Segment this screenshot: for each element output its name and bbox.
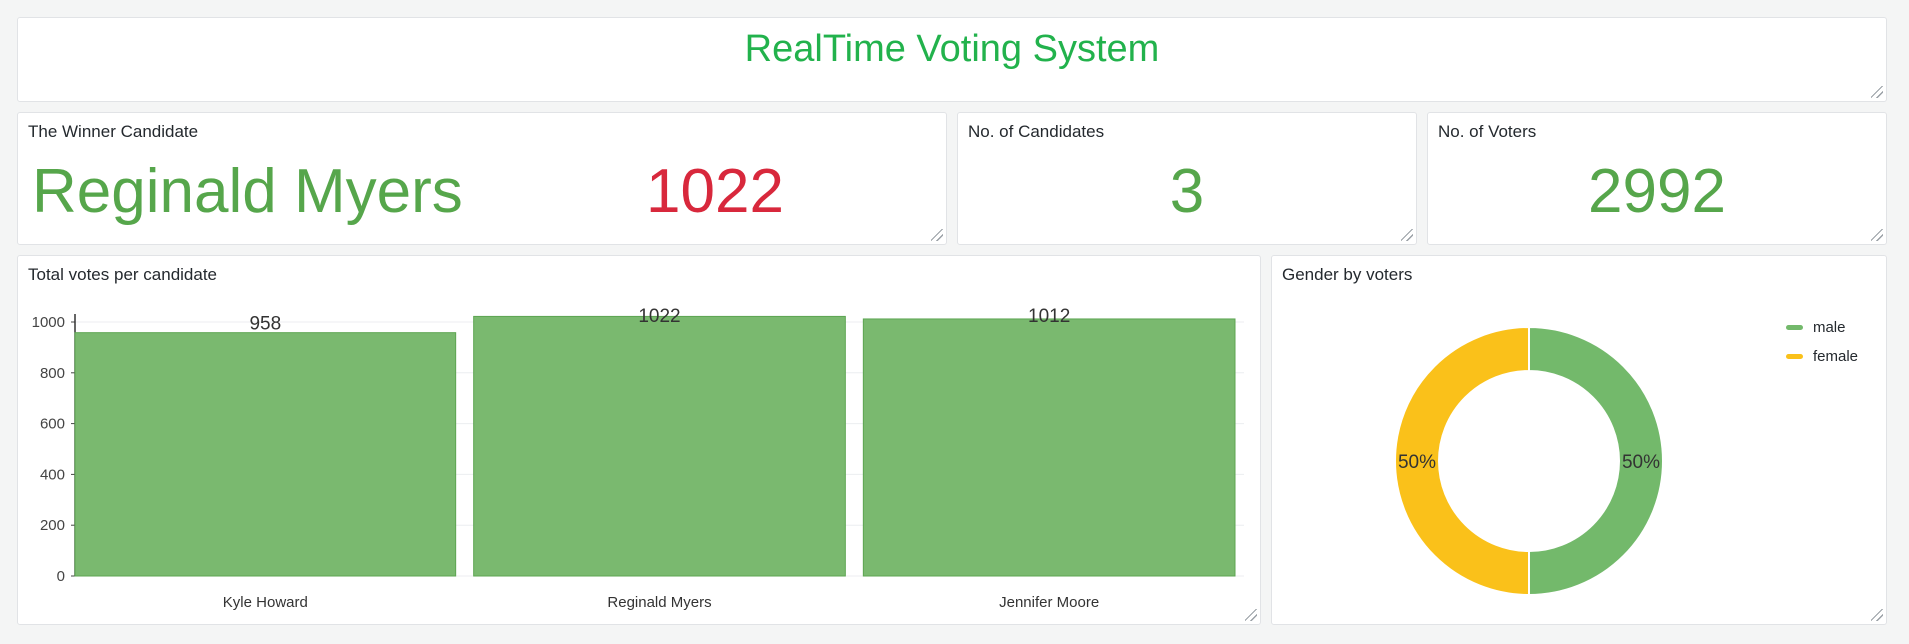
winner-panel-title: The Winner Candidate (28, 122, 199, 141)
slice-value-label: 50% (1398, 452, 1436, 473)
y-tick-label: 400 (40, 466, 65, 483)
candidates-count-panel: No. of Candidates 3 (957, 112, 1417, 245)
resize-handle-icon[interactable] (1871, 609, 1883, 621)
bar-value-label: 1022 (638, 306, 680, 327)
resize-handle-icon[interactable] (931, 229, 943, 241)
votes-bar-chart: 0 200 400 600 800 1000 958 Kyle Howard 1022 Regin… (32, 306, 1244, 611)
winner-votes: 1022 (646, 157, 784, 226)
x-tick-label: Kyle Howard (223, 594, 308, 611)
gender-donut-chart: 50% 50% (1394, 325, 1664, 597)
y-tick-label: 1000 (32, 314, 65, 331)
votes-bar-chart-panel: Total votes per candidate 0 200 400 600 800 1… (17, 255, 1261, 625)
legend-swatch (1785, 354, 1803, 359)
legend-item-female[interactable]: female (1785, 342, 1858, 371)
resize-handle-icon[interactable] (1871, 229, 1883, 241)
gender-donut-chart-panel: Gender by voters 50% 50% male female (1271, 255, 1887, 625)
bar[interactable] (473, 315, 846, 577)
y-tick-label: 0 (57, 568, 65, 585)
voters-count: 2992 (1588, 157, 1726, 226)
y-tick-label: 600 (40, 416, 65, 433)
voters-count-panel: No. of Voters 2992 (1427, 112, 1887, 245)
x-tick-label: Jennifer Moore (999, 594, 1099, 611)
resize-handle-icon[interactable] (1245, 609, 1257, 621)
x-tick-label: Reginald Myers (607, 594, 711, 611)
candidates-panel-title: No. of Candidates (968, 122, 1105, 141)
winner-name: Reginald Myers (32, 157, 463, 226)
resize-handle-icon[interactable] (1871, 86, 1883, 98)
voters-panel-title: No. of Voters (1438, 122, 1537, 141)
legend-swatch (1785, 325, 1803, 330)
bar[interactable] (74, 332, 457, 577)
y-tick-label: 800 (40, 365, 65, 382)
slice-value-label: 50% (1622, 452, 1660, 473)
candidates-count: 3 (1169, 157, 1205, 226)
legend-item-male[interactable]: male (1785, 313, 1858, 342)
legend-label: male (1812, 319, 1846, 336)
bar-value-label: 958 (249, 314, 281, 335)
legend-label: female (1812, 348, 1858, 365)
chart-legend: male female (1785, 313, 1858, 371)
y-tick-label: 200 (40, 517, 65, 534)
dashboard-title: RealTime Voting System (744, 28, 1160, 70)
bar[interactable] (862, 318, 1236, 577)
winner-panel: The Winner Candidate Reginald Myers 1022 (17, 112, 947, 245)
dashboard-title-panel: RealTime Voting System (17, 17, 1887, 102)
resize-handle-icon[interactable] (1401, 229, 1413, 241)
bar-value-label: 1012 (1028, 306, 1070, 327)
